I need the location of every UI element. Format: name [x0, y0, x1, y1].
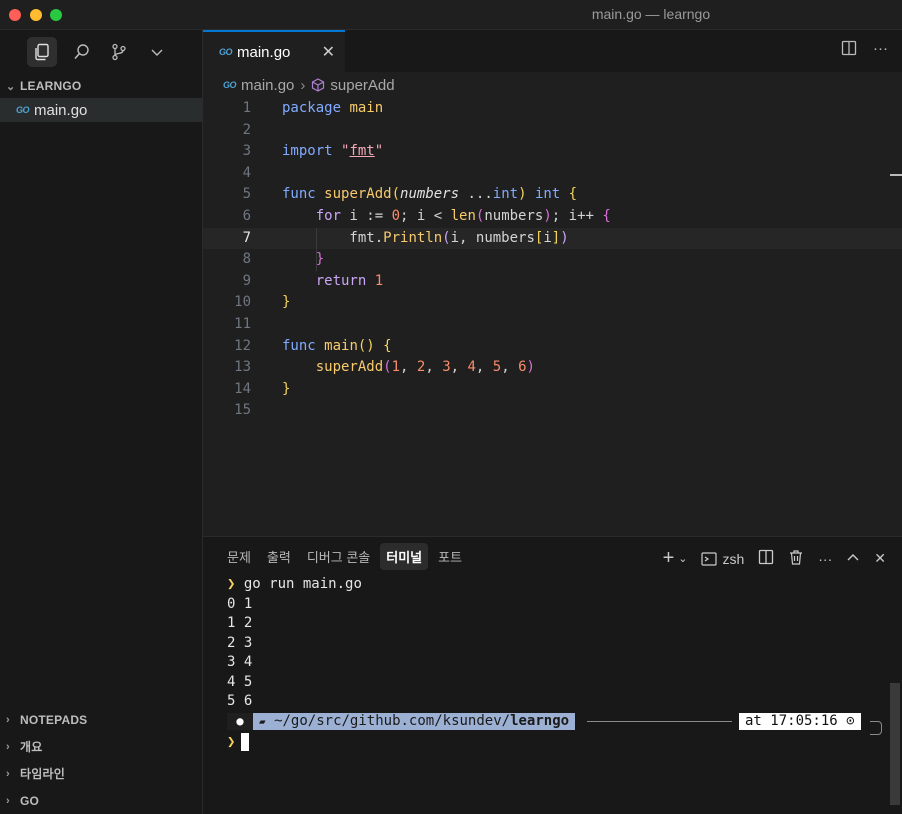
- prompt-time: at 17:05:16 ⊙: [739, 712, 861, 730]
- apple-icon: ●: [227, 712, 253, 730]
- terminal-shell-selector[interactable]: zsh: [701, 551, 744, 567]
- tab-problems[interactable]: 문제: [221, 543, 257, 570]
- terminal-icon: [701, 551, 718, 566]
- chevron-right-icon: ›: [300, 76, 306, 94]
- prompt-bar: ● ▰ ~/go/src/github.com/ksundev/learngo …: [227, 712, 902, 735]
- time-label: at 17:05:16: [745, 712, 838, 729]
- more-icon[interactable]: ···: [818, 551, 832, 567]
- split-terminal-icon[interactable]: [758, 549, 774, 568]
- panel-tabs: 문제 출력 디버그 콘솔 터미널 포트 + ⌄ zsh ··· ✕: [203, 537, 902, 575]
- folder-icon: ▰: [259, 714, 266, 728]
- go-file-icon: GO: [223, 80, 237, 90]
- maximize-panel-icon[interactable]: [846, 550, 860, 567]
- section-label: 타임라인: [20, 767, 65, 781]
- prompt-icon: ❯: [227, 576, 236, 592]
- code-editor[interactable]: 1 package main 2 3 import "fmt" 4 5 func su…: [203, 98, 902, 422]
- path-dir: learngo: [510, 712, 570, 729]
- symbol-method-icon: [312, 78, 325, 92]
- breadcrumb: GO main.go › superAdd: [203, 72, 902, 98]
- editor-area: GO main.go ✕ ··· GO main.go › superAdd 1…: [203, 30, 902, 536]
- breadcrumb-symbol[interactable]: superAdd: [330, 77, 394, 94]
- chevron-right-icon: ›: [6, 794, 10, 807]
- prompt-path: ▰ ~/go/src/github.com/ksundev/learngo: [253, 712, 576, 730]
- shell-label: zsh: [722, 550, 745, 567]
- chevron-down-icon[interactable]: ⌄: [678, 552, 687, 565]
- terminal-output-line: 1 2: [227, 615, 253, 631]
- tab-label: main.go: [237, 43, 291, 61]
- section-go[interactable]: › GO: [0, 787, 203, 814]
- new-terminal-icon[interactable]: +: [663, 547, 675, 570]
- prompt-divider: [587, 720, 732, 722]
- trash-icon[interactable]: [788, 549, 804, 568]
- panel-actions: + ⌄ zsh ··· ✕: [663, 547, 886, 570]
- file-item-main-go[interactable]: GO main.go: [0, 98, 202, 122]
- terminal-output-line: 4 5: [227, 673, 253, 690]
- chevron-down-icon[interactable]: [145, 40, 169, 64]
- terminal-command: go run main.go: [243, 576, 362, 592]
- terminal-output-line: 3 4: [227, 654, 253, 670]
- path-prefix: ~/go/src/github.com/ksundev/: [274, 712, 511, 729]
- editor-actions: ···: [841, 40, 888, 60]
- chevron-right-icon: ›: [6, 713, 10, 726]
- tab-terminal[interactable]: 터미널: [380, 542, 429, 570]
- clock-icon: ⊙: [846, 712, 855, 729]
- terminal-cursor: [241, 733, 250, 751]
- section-label: 개요: [20, 740, 43, 754]
- chevron-right-icon: ›: [6, 740, 10, 753]
- explorer-icon[interactable]: [27, 37, 57, 67]
- tab-bar: GO main.go ✕ ···: [203, 30, 902, 72]
- close-icon[interactable]: ✕: [874, 550, 886, 567]
- section-label: NOTEPADS: [20, 712, 88, 727]
- chevron-down-icon: ⌄: [6, 80, 16, 93]
- sidebar-bottom-sections: › NOTEPADS › 개요 › 타임라인 › GO: [0, 706, 203, 814]
- tab-main-go[interactable]: GO main.go ✕: [203, 30, 345, 72]
- window-title: main.go — learngo: [591, 6, 711, 22]
- explorer-title: LEARNGO: [20, 79, 82, 93]
- more-icon[interactable]: ···: [873, 40, 888, 60]
- prompt-icon: ❯: [227, 734, 236, 750]
- overview-ruler-mark: [890, 174, 902, 176]
- terminal-output-line: 0 1: [227, 595, 253, 612]
- source-control-icon[interactable]: [107, 40, 131, 64]
- terminal-output-line: 5 6: [227, 693, 253, 709]
- go-file-icon: GO: [219, 47, 233, 57]
- close-icon[interactable]: ✕: [322, 42, 335, 62]
- tab-output[interactable]: 출력: [261, 543, 297, 570]
- terminal-output-line: 2 3: [227, 634, 253, 651]
- tab-debug-console[interactable]: 디버그 콘솔: [301, 543, 376, 570]
- tab-ports[interactable]: 포트: [432, 543, 468, 570]
- terminal[interactable]: ❯ go run main.go 0 1 1 2 2 3 3 4 4 5 5 6…: [203, 575, 902, 753]
- explorer-section-header[interactable]: ⌄ LEARNGO: [0, 74, 202, 98]
- search-icon[interactable]: [70, 40, 94, 64]
- terminal-scrollbar[interactable]: [890, 683, 900, 805]
- title-bar: main.go — learngo: [0, 0, 902, 30]
- breadcrumb-file[interactable]: main.go: [241, 77, 294, 94]
- split-editor-icon[interactable]: [841, 40, 857, 60]
- bottom-panel: 문제 출력 디버그 콘솔 터미널 포트 + ⌄ zsh ··· ✕ ❯ go r…: [203, 536, 902, 814]
- sidebar: ⌄ LEARNGO GO main.go › NOTEPADS › 개요 › 타임라인…: [0, 30, 203, 814]
- chevron-right-icon: ›: [6, 767, 10, 780]
- section-outline[interactable]: › 개요: [0, 733, 203, 760]
- section-timeline[interactable]: › 타임라인: [0, 760, 203, 787]
- current-line: 7 fmt.Println(i, numbers[i]): [203, 227, 902, 250]
- go-file-icon: GO: [16, 105, 30, 115]
- activity-bar: [0, 30, 202, 74]
- section-label: GO: [20, 793, 40, 808]
- section-notepads[interactable]: › NOTEPADS: [0, 706, 203, 733]
- file-name: main.go: [34, 101, 88, 119]
